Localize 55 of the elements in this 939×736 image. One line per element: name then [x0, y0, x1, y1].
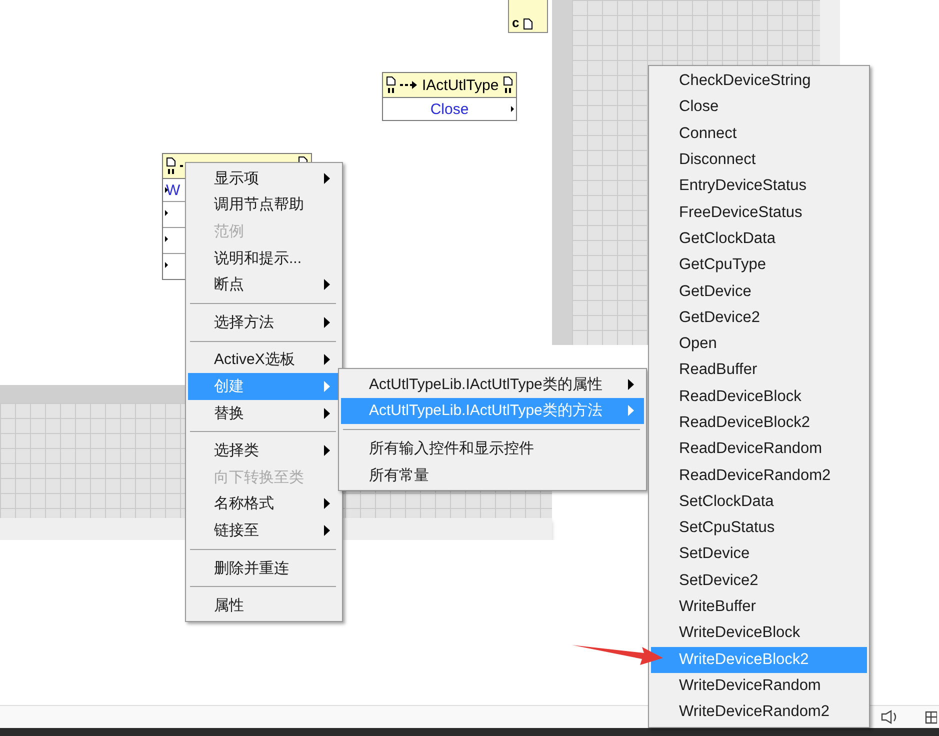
menu-item[interactable]: Disconnect — [651, 146, 867, 174]
menu-item[interactable]: WriteBuffer — [651, 594, 867, 620]
constant-node[interactable]: c — [508, 0, 548, 33]
menu-item[interactable]: SetDevice — [651, 541, 867, 568]
menu-item[interactable]: GetCpuType — [651, 252, 867, 278]
menu-item[interactable]: 名称格式 — [188, 490, 340, 518]
menu-item[interactable]: ReadBuffer — [651, 357, 867, 384]
menu-item[interactable]: Connect — [651, 120, 867, 147]
menu-item[interactable]: 显示项 — [188, 165, 340, 192]
menu-item[interactable]: 属性 — [188, 592, 340, 619]
terminal-icon — [165, 262, 168, 268]
menu-item[interactable]: WriteDeviceRandom — [651, 672, 867, 700]
menu-item[interactable]: ReadDeviceRandom2 — [651, 462, 867, 489]
menu-item[interactable]: 替换 — [188, 400, 340, 426]
node-icon — [386, 76, 396, 94]
menu-item[interactable]: Open — [651, 330, 867, 358]
menu-item[interactable]: ReadDeviceRandom — [651, 436, 867, 462]
menu-item[interactable]: FreeDeviceStatus — [651, 199, 867, 226]
menu-item[interactable]: CheckDeviceString — [651, 68, 867, 94]
node-title: IActUtlType — [422, 76, 499, 94]
menu-item[interactable]: SetClockData — [651, 488, 867, 516]
menu-item[interactable]: WriteDeviceBlock — [651, 620, 867, 647]
menu-item[interactable]: Close — [651, 94, 867, 121]
menu-item[interactable]: 选择类 — [188, 437, 340, 464]
menu-item[interactable]: 断点 — [188, 271, 340, 298]
menu-item[interactable]: SetDevice2 — [651, 568, 867, 594]
menu-item[interactable]: ActiveX选板 — [188, 346, 340, 374]
node-label: c — [512, 15, 520, 30]
menu-item[interactable]: SetCpuStatus — [651, 515, 867, 542]
terminal-icon — [511, 106, 514, 112]
invoke-node[interactable]: IActUtlType Close — [382, 72, 517, 121]
menu-item[interactable]: 说明和提示... — [188, 244, 340, 272]
menu-item[interactable]: GetDevice — [651, 278, 867, 305]
menu-item[interactable]: 删除并重连 — [188, 554, 340, 582]
menu-item[interactable]: WriteDeviceRandom2 — [651, 699, 867, 726]
file-icon — [523, 18, 534, 30]
menu-item[interactable]: ActUtlTypeLib.IActUtlType类的属性 — [341, 371, 644, 398]
method-name[interactable]: Close — [383, 100, 516, 118]
menu-item[interactable]: GetDevice2 — [651, 304, 867, 331]
node-icon — [503, 76, 513, 94]
menu-item[interactable]: ReadDeviceBlock2 — [651, 410, 867, 436]
menu-item[interactable]: EntryDeviceStatus — [651, 173, 867, 200]
arrow-icon — [400, 80, 418, 90]
scroll-bar[interactable] — [552, 0, 572, 345]
menu-item[interactable]: 选择方法 — [188, 308, 340, 336]
menu-item[interactable]: 调用节点帮助 — [188, 192, 340, 218]
node-icon — [166, 157, 176, 175]
menu-item[interactable]: 所有常量 — [341, 462, 644, 488]
speaker-icon[interactable] — [881, 710, 899, 724]
menu-item[interactable]: ReadDeviceBlock — [651, 384, 867, 410]
menu-item[interactable]: 所有输入控件和显示控件 — [341, 435, 644, 462]
menu-item[interactable]: 链接至 — [188, 517, 340, 544]
menu-item[interactable]: GetClockData — [651, 226, 867, 252]
terminal-icon — [165, 236, 168, 242]
terminal-icon — [165, 210, 168, 216]
